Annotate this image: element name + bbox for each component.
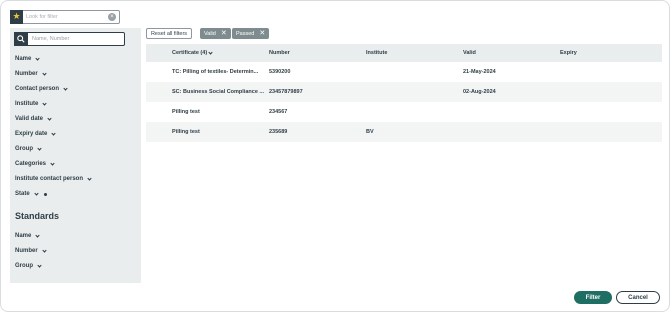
standards-section-title: Standards [15,211,60,221]
chip-label: Passed [236,30,255,37]
chevron-down-icon [42,247,47,253]
cell-institute [366,62,461,82]
cell-expiry [560,62,655,82]
filter-button[interactable]: Filter [574,291,612,304]
header-number: Number [269,50,290,56]
filter-state[interactable]: State [15,190,47,197]
chevron-down-icon [50,160,55,166]
standards-filter-number[interactable]: Number [15,247,47,254]
header-expiry: Expiry [560,50,577,56]
cell-valid: 02-Aug-2024 [463,89,496,95]
header-certificate[interactable]: Certificate (4) [172,44,268,62]
filter-institute-contact-person[interactable]: Institute contact person [15,175,92,182]
chevron-down-icon [51,130,56,136]
cell-expiry [560,82,655,102]
star-icon[interactable]: ★ [10,9,23,24]
chevron-down-icon [42,70,47,76]
header-institute: Institute [366,50,388,56]
chevron-down-icon [42,100,47,106]
chevron-down-icon [35,232,40,238]
cell-valid [463,122,558,142]
filter-label: Number [15,248,38,254]
cell-number: 23457879897 [269,89,303,95]
chip-passed[interactable]: Passed ✕ [232,28,270,39]
chevron-down-icon [37,262,42,268]
filter-label: Name [15,56,32,62]
cell-certificate: Pilling test [172,109,200,115]
cell-institute [366,102,461,122]
filter-institute[interactable]: Institute [15,100,47,107]
filter-label: Categories [15,161,47,167]
cell-number: 234567 [269,109,288,115]
chevron-down-icon [35,55,40,61]
filter-label: State [15,191,30,197]
filter-label: Name [15,233,32,239]
standards-filter-name[interactable]: Name [15,232,40,239]
table-header: Certificate (4) Number Institute Valid E… [146,44,662,62]
table-row[interactable]: Pilling test 235689 BV [146,122,662,142]
header-valid: Valid [463,50,476,56]
cell-institute [366,82,461,102]
cell-valid [463,102,558,122]
active-dot-icon [43,192,47,196]
filter-label: Contact person [15,86,60,92]
filter-valid-date[interactable]: Valid date [15,115,52,122]
cell-certificate: Pilling test [172,129,200,135]
chevron-down-icon [208,49,213,55]
filter-label: Group [15,263,33,269]
chip-label: Valid [204,30,216,37]
close-icon[interactable]: ✕ [221,30,227,37]
filter-search-box[interactable]: ★ × [10,9,120,24]
filter-group[interactable]: Group [15,145,42,152]
filter-dialog: ★ × Name Number Contact person Institute [0,0,670,312]
filter-expiry-date[interactable]: Expiry date [15,130,56,137]
cell-expiry [560,122,655,142]
filter-categories[interactable]: Categories [15,160,55,167]
cell-number: 5390200 [269,69,291,75]
filter-label: Institute contact person [15,176,84,182]
chevron-down-icon [34,190,39,196]
filter-label: Institute [15,101,39,107]
cell-valid: 21-May-2024 [463,69,496,75]
chevron-down-icon [37,145,42,151]
header-certificate-label: Certificate (4) [172,50,208,56]
chevron-down-icon [63,85,68,91]
standards-filter-group[interactable]: Group [15,262,42,269]
search-icon[interactable] [14,31,28,46]
filter-name[interactable]: Name [15,55,40,62]
chevron-down-icon [47,115,52,121]
cancel-button[interactable]: Cancel [616,291,660,304]
certificates-table: Certificate (4) Number Institute Valid E… [146,44,662,142]
cell-certificate: TC: Pilling of textiles- Determin... [172,69,259,75]
filter-label: Expiry date [15,131,48,137]
close-icon[interactable]: ✕ [259,30,265,37]
table-row[interactable]: Pilling test 234567 [146,102,662,122]
cell-certificate: SC: Business Social Compliance ... [172,89,264,95]
filter-contact-person[interactable]: Contact person [15,85,68,92]
chip-valid[interactable]: Valid ✕ [200,28,231,39]
reset-all-filters-button[interactable]: Reset all filters [146,28,192,39]
chevron-down-icon [87,175,92,181]
cell-expiry [560,102,655,122]
sidebar-search-input[interactable] [28,36,124,42]
table-row[interactable]: TC: Pilling of textiles- Determin... 539… [146,62,662,82]
table-row[interactable]: SC: Business Social Compliance ... 23457… [146,82,662,102]
cell-number: 235689 [269,129,288,135]
filter-label: Group [15,146,33,152]
cell-institute: BV [366,129,374,135]
sidebar-search[interactable] [14,31,125,46]
filter-label: Valid date [15,116,44,122]
filter-number[interactable]: Number [15,70,47,77]
filter-search-input[interactable] [23,14,108,20]
clear-icon[interactable]: × [108,13,116,21]
filter-label: Number [15,71,38,77]
filter-sidebar: Name Number Contact person Institute Val… [10,28,141,283]
